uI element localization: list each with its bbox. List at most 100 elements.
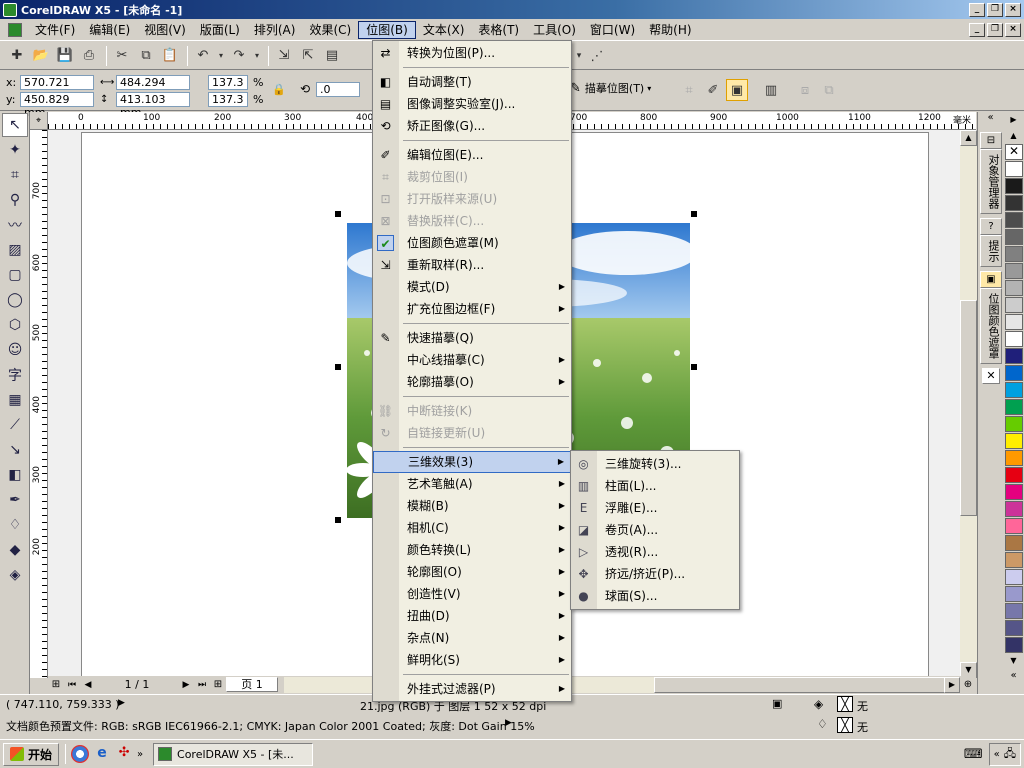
color-swatch[interactable]	[1005, 382, 1023, 398]
color-swatch[interactable]	[1005, 297, 1023, 313]
menu-item-22[interactable]: 三维效果(3) ▶	[373, 451, 571, 473]
menu-item-24[interactable]: 模糊(B) ▶	[373, 495, 571, 517]
export-icon[interactable]: ⇱	[297, 45, 319, 67]
menu-item-12[interactable]: 模式(D) ▶	[373, 276, 571, 298]
copy-icon[interactable]: ⧉	[135, 45, 157, 67]
vertical-ruler[interactable]: 700 600 500 400 300 200	[30, 130, 48, 678]
docker-collapse-icon[interactable]: «	[978, 112, 1003, 128]
table-tool-icon[interactable]: ▦	[2, 388, 28, 412]
status-expand-icon[interactable]: ▶	[118, 698, 125, 708]
x-position-field[interactable]: 570.721 mm	[20, 75, 94, 102]
ellipse-tool-icon[interactable]: ◯	[2, 288, 28, 312]
menu-text[interactable]: 文本(X)	[416, 21, 472, 39]
selection-handle[interactable]	[335, 517, 341, 523]
selection-handle[interactable]	[691, 364, 697, 370]
height-field[interactable]: 413.103 mm	[116, 92, 190, 119]
scroll-up-icon[interactable]: ▲	[960, 130, 977, 146]
fill-tool-icon[interactable]: ◆	[2, 538, 28, 562]
wrap-text-icon[interactable]: ▥	[760, 79, 782, 101]
paste-icon[interactable]: 📋	[159, 45, 181, 67]
menu-table[interactable]: 表格(T)	[471, 21, 526, 39]
interactive-fill-tool-icon[interactable]: ◈	[2, 563, 28, 587]
doc-minimize-button[interactable]: _	[969, 22, 985, 37]
color-mask-docker-icon[interactable]: ▣	[980, 271, 1002, 288]
doc-close-button[interactable]: ×	[1005, 22, 1021, 37]
color-swatch[interactable]	[1005, 501, 1023, 517]
menu-item-9[interactable]: ⊠ 替换版样(C)...	[373, 210, 571, 232]
redo-dropdown-icon[interactable]: ▾	[252, 45, 262, 67]
menu-item-29[interactable]: 扭曲(D) ▶	[373, 605, 571, 627]
lock-ratio-icon[interactable]: 🔒	[272, 83, 286, 96]
pick-tool-icon[interactable]: ↖	[2, 113, 28, 137]
menu-window[interactable]: 窗口(W)	[583, 21, 642, 39]
app-launcher-icon[interactable]: ▤	[321, 45, 343, 67]
snap-icon[interactable]: ⋰	[586, 45, 608, 67]
fill-status-icon[interactable]: ◈	[814, 697, 823, 711]
palette-menu-icon[interactable]: ▲	[1003, 128, 1024, 144]
palette-scroll-down-icon[interactable]: ▼	[1003, 654, 1024, 668]
ie-icon[interactable]: e	[93, 745, 111, 763]
object-manager-icon[interactable]: ⊟	[980, 132, 1002, 149]
start-button[interactable]: 开始	[3, 742, 60, 766]
eyedropper-tool-icon[interactable]: ✒	[2, 488, 28, 512]
tab-object-manager[interactable]: 对象管理器	[980, 149, 1002, 214]
menu-help[interactable]: 帮助(H)	[642, 21, 698, 39]
menu-item-13[interactable]: 扩充位图边框(F) ▶	[373, 298, 571, 320]
shape-tool-icon[interactable]: ✦	[2, 138, 28, 162]
color-swatch[interactable]	[1005, 178, 1023, 194]
menu-item-0[interactable]: ⇄ 转换为位图(P)...	[373, 42, 571, 64]
freehand-tool-icon[interactable]: 〰	[2, 213, 28, 237]
keyboard-tray-icon[interactable]: ⌨	[964, 747, 983, 762]
color-swatch[interactable]	[1005, 280, 1023, 296]
color-swatch[interactable]	[1005, 348, 1023, 364]
tab-hints[interactable]: 提示	[980, 235, 1002, 267]
selection-handle[interactable]	[691, 211, 697, 217]
menu-item-17[interactable]: 轮廓描摹(O) ▶	[373, 371, 571, 393]
interactive-blend-tool-icon[interactable]: ◧	[2, 463, 28, 487]
color-swatch[interactable]	[1005, 569, 1023, 585]
dimension-tool-icon[interactable]: ⟋	[2, 413, 28, 437]
menu-item-11[interactable]: ⇲ 重新取样(R)...	[373, 254, 571, 276]
menu-item-2[interactable]: ◧ 自动调整(T)	[373, 71, 571, 93]
crop-tool-icon[interactable]: ⌗	[2, 163, 28, 187]
color-swatch[interactable]	[1005, 433, 1023, 449]
menu-item-16[interactable]: 中心线描摹(C) ▶	[373, 349, 571, 371]
submenu-item-4[interactable]: ▷ 透视(R)...	[571, 541, 739, 563]
color-swatch[interactable]	[1005, 246, 1023, 262]
color-swatch[interactable]	[1005, 399, 1023, 415]
menu-view[interactable]: 视图(V)	[137, 21, 193, 39]
no-color-swatch[interactable]: ✕	[1005, 144, 1023, 160]
next-page-icon[interactable]: ▶	[178, 680, 194, 690]
selection-handle[interactable]	[335, 211, 341, 217]
undo-dropdown-icon[interactable]: ▾	[216, 45, 226, 67]
edit-bitmap-icon[interactable]: ✐	[702, 79, 724, 101]
menu-arrange[interactable]: 排列(A)	[247, 21, 303, 39]
menu-bitmaps[interactable]: 位图(B)	[358, 20, 416, 39]
color-swatch[interactable]	[1005, 450, 1023, 466]
menu-item-19[interactable]: ⛓ 中断链接(K)	[373, 400, 571, 422]
color-swatch[interactable]	[1005, 603, 1023, 619]
restore-button[interactable]: ❐	[987, 2, 1003, 17]
color-swatch[interactable]	[1005, 161, 1023, 177]
first-page-icon[interactable]: ⏮	[64, 680, 80, 690]
trace-dropdown-icon[interactable]: ▾	[647, 84, 651, 93]
width-field[interactable]: 484.294 mm	[116, 75, 190, 102]
outline-pen-status-icon[interactable]: ♢	[817, 717, 828, 731]
navigator-icon[interactable]: ⊕	[960, 679, 976, 690]
page-info-icon[interactable]: ⊞	[48, 679, 64, 690]
palette-expand-icon[interactable]: «	[1003, 668, 1024, 684]
crop-icon[interactable]: ⌗	[678, 79, 700, 101]
chrome-icon[interactable]	[71, 745, 90, 763]
menu-item-4[interactable]: ⟲ 矫正图像(G)...	[373, 115, 571, 137]
vertical-scrollbar[interactable]: ▲ ▼	[960, 130, 977, 678]
color-swatch[interactable]	[1005, 586, 1023, 602]
rotation-field[interactable]: .0	[316, 82, 360, 97]
color-swatch[interactable]	[1005, 365, 1023, 381]
prev-page-icon[interactable]: ◀	[80, 680, 96, 690]
color-swatch[interactable]	[1005, 195, 1023, 211]
menu-item-3[interactable]: ▤ 图像调整实验室(J)...	[373, 93, 571, 115]
vertical-scroll-thumb[interactable]	[960, 300, 977, 516]
color-swatch[interactable]	[1005, 518, 1023, 534]
scale-x-field[interactable]: 137.3	[208, 75, 248, 90]
color-swatch[interactable]	[1005, 484, 1023, 500]
